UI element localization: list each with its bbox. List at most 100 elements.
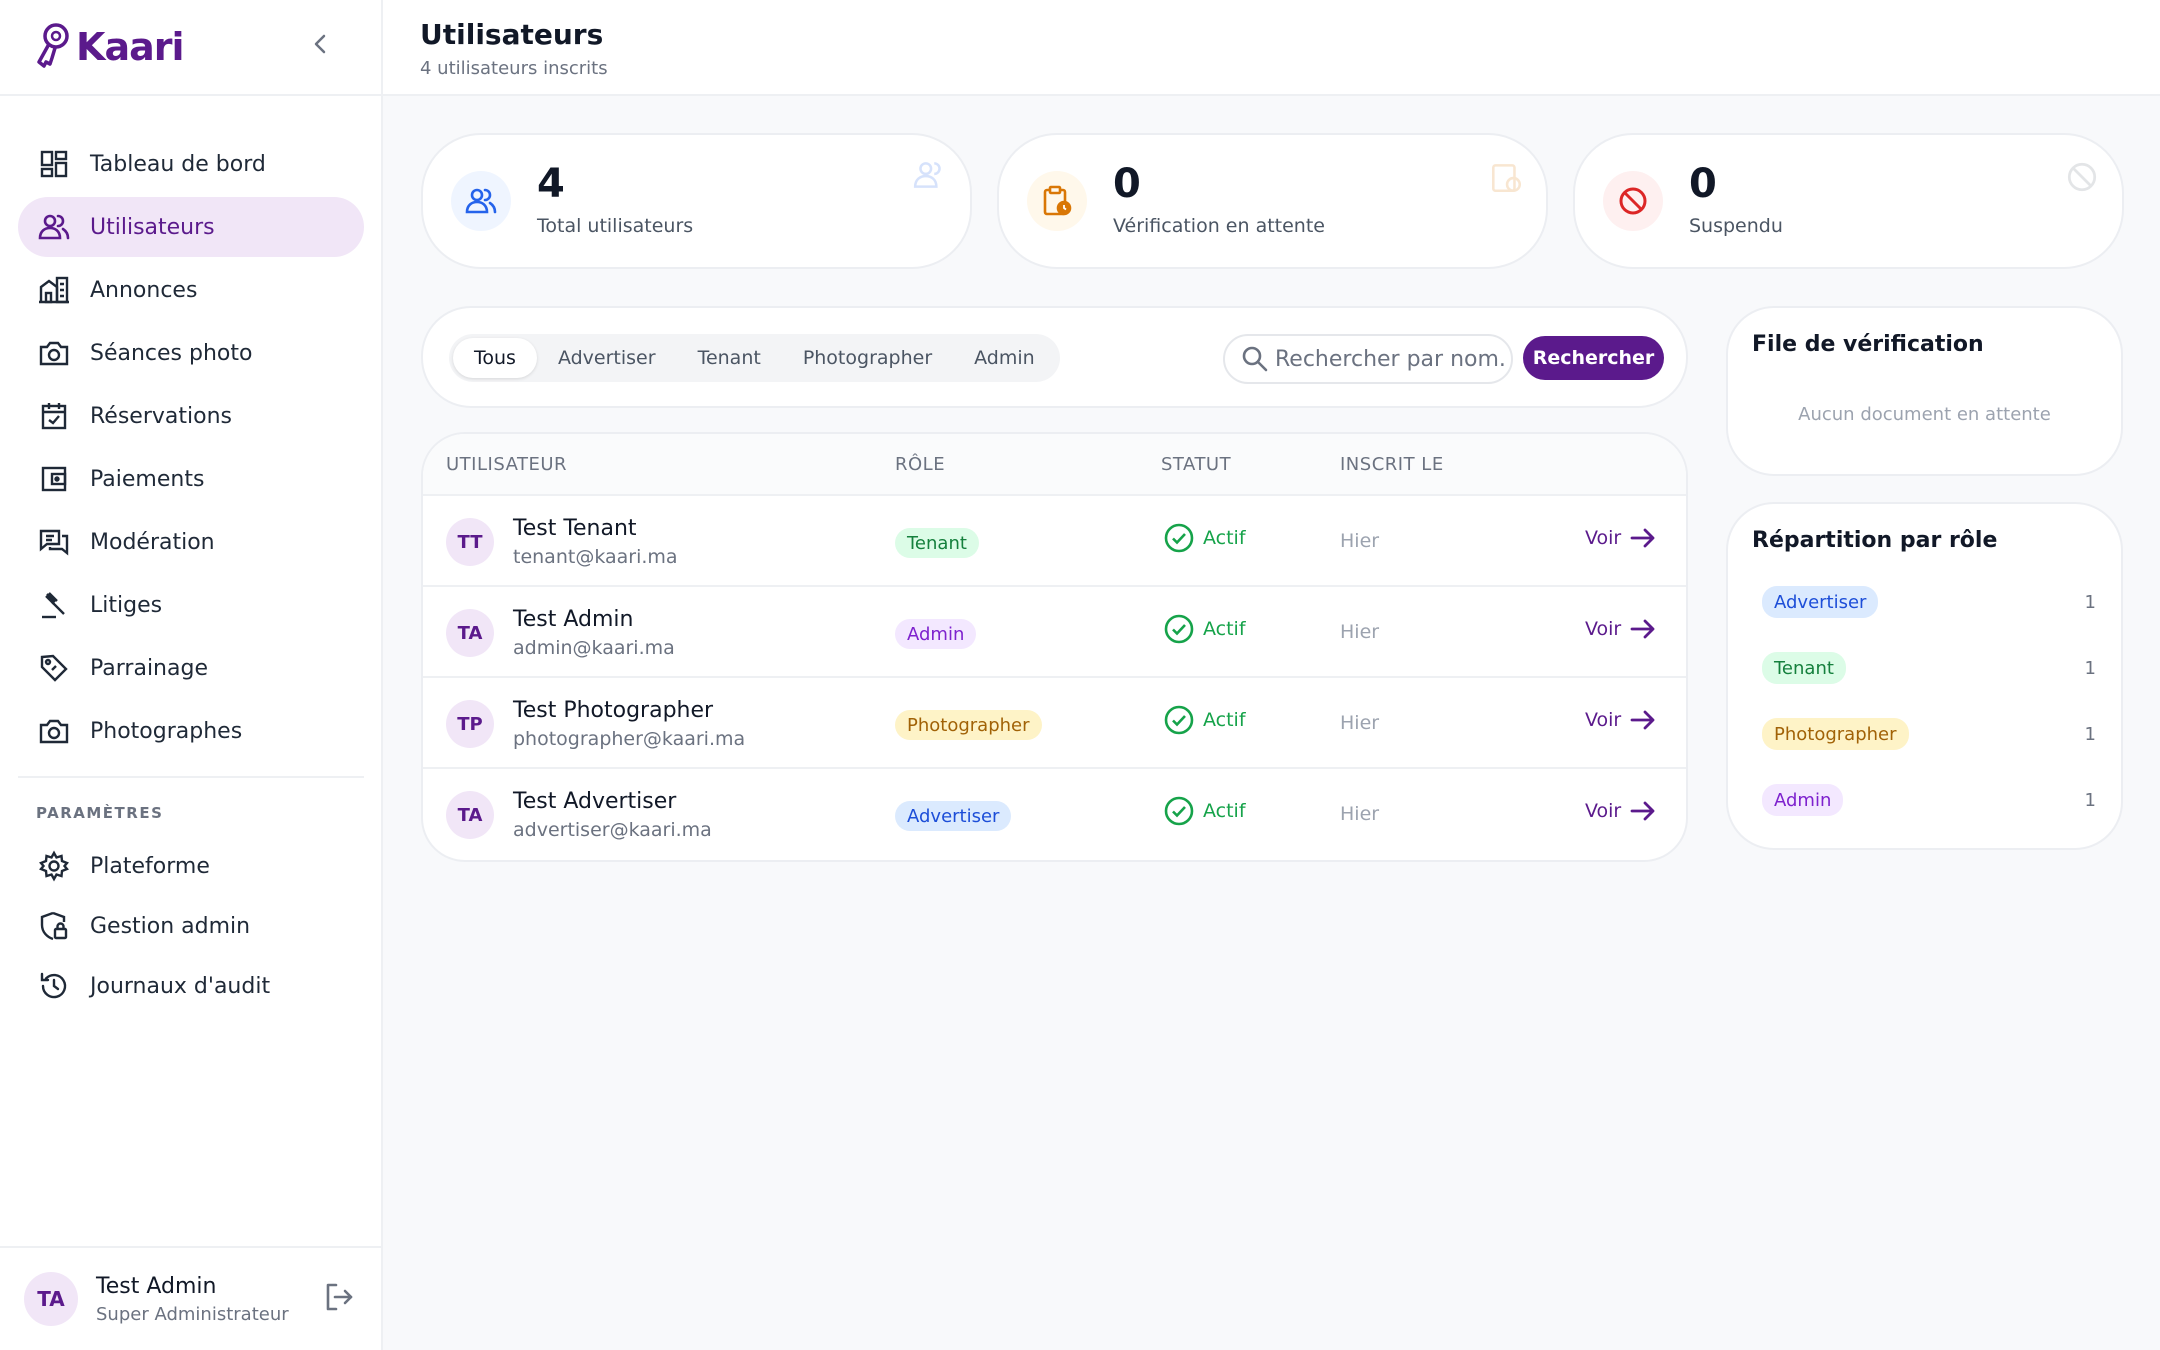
joined-date: Hier: [1340, 712, 1380, 734]
collapse-sidebar-button[interactable]: [304, 28, 336, 60]
table-row[interactable]: TA Test Admin admin@kaari.ma Admin Actif…: [423, 587, 1686, 678]
table-header: UTILISATEUR RÔLE STATUT INSCRIT LE: [423, 434, 1686, 496]
sidebar-item-dashboard[interactable]: Tableau de bord: [18, 134, 364, 194]
stat-value: 4: [537, 161, 565, 207]
camera-icon: [36, 335, 72, 371]
sidebar-item-photo-sessions[interactable]: Séances photo: [18, 323, 364, 383]
joined-date: Hier: [1340, 621, 1380, 643]
page-title: Utilisateurs: [420, 18, 604, 51]
page-header: Utilisateurs 4 utilisateurs inscrits: [383, 0, 2160, 96]
sidebar-item-label: Modération: [90, 529, 215, 555]
arrow-right-icon: [1630, 710, 1655, 730]
avatar: TA: [24, 1272, 78, 1326]
list-item: Tenant 1: [1762, 652, 2096, 686]
status-text: Actif: [1203, 618, 1246, 640]
check-circle-icon: [1164, 796, 1194, 826]
role-badge: Photographer: [895, 710, 1042, 740]
table-row[interactable]: TP Test Photographer photographer@kaari.…: [423, 678, 1686, 769]
check-circle-icon: [1164, 523, 1194, 553]
sidebar-item-moderation[interactable]: Modération: [18, 512, 364, 572]
stat-card-total-users: 4 Total utilisateurs: [421, 133, 972, 269]
sidebar-item-label: Réservations: [90, 403, 232, 429]
sidebar-item-photographers[interactable]: Photographes: [18, 701, 364, 761]
clipboard-clock-icon: [1027, 171, 1087, 231]
users-icon: [451, 171, 511, 231]
sidebar-item-listings[interactable]: Annonces: [18, 260, 364, 320]
column-header-joined[interactable]: INSCRIT LE: [1340, 454, 1444, 475]
search-button[interactable]: Rechercher: [1523, 336, 1664, 380]
role-count: 1: [2084, 592, 2096, 613]
app-logo[interactable]: Kaari: [34, 22, 184, 72]
ban-icon: [1603, 171, 1663, 231]
column-header-user[interactable]: UTILISATEUR: [446, 454, 567, 475]
sidebar-item-label: Tableau de bord: [90, 151, 266, 177]
tab-tenant[interactable]: Tenant: [677, 338, 782, 378]
tab-advertiser[interactable]: Advertiser: [537, 338, 677, 378]
filter-bar: Tous Advertiser Tenant Photographer Admi…: [421, 306, 1688, 408]
nav-section-title: PARAMÈTRES: [36, 804, 164, 822]
sidebar-item-referral[interactable]: Parrainage: [18, 638, 364, 698]
joined-date: Hier: [1340, 803, 1380, 825]
role-badge: Tenant: [1762, 652, 1846, 684]
panel-title: File de vérification: [1752, 332, 1984, 357]
chevron-left-icon: [314, 34, 326, 54]
role-badge: Photographer: [1762, 718, 1909, 750]
sidebar-item-audit-logs[interactable]: Journaux d'audit: [18, 956, 364, 1016]
search-icon: [1242, 346, 1268, 372]
role-count: 1: [2084, 658, 2096, 679]
ban-icon: [2064, 159, 2100, 195]
sidebar-item-label: Parrainage: [90, 655, 208, 681]
settings-nav: Plateforme Gestion admin Journaux d'audi…: [18, 836, 364, 1016]
user-role: Super Administrateur: [96, 1304, 289, 1325]
dashboard-icon: [36, 146, 72, 182]
user-email: admin@kaari.ma: [513, 637, 675, 659]
sidebar-item-reservations[interactable]: Réservations: [18, 386, 364, 446]
logout-button[interactable]: [322, 1280, 358, 1316]
chat-icon: [36, 524, 72, 560]
check-circle-icon: [1164, 614, 1194, 644]
sidebar-item-label: Photographes: [90, 718, 243, 744]
sidebar-item-label: Litiges: [90, 592, 163, 618]
stat-card-pending-verification: 0 Vérification en attente: [997, 133, 1548, 269]
sidebar-item-payments[interactable]: Paiements: [18, 449, 364, 509]
wallet-icon: [36, 461, 72, 497]
user-name: Test Photographer: [513, 698, 714, 723]
table-row[interactable]: TT Test Tenant tenant@kaari.ma Tenant Ac…: [423, 496, 1686, 587]
view-user-button[interactable]: Voir: [1585, 799, 1657, 823]
tab-admin[interactable]: Admin: [953, 338, 1056, 378]
tab-all[interactable]: Tous: [453, 338, 537, 378]
gavel-icon: [36, 587, 72, 623]
sidebar-item-disputes[interactable]: Litiges: [18, 575, 364, 635]
stat-value: 0: [1113, 161, 1141, 207]
sidebar-item-label: Séances photo: [90, 340, 253, 366]
user-name: Test Admin: [96, 1274, 217, 1299]
sidebar-item-users[interactable]: Utilisateurs: [18, 197, 364, 257]
calendar-check-icon: [36, 398, 72, 434]
column-header-role[interactable]: RÔLE: [895, 454, 945, 475]
search-input[interactable]: [1275, 346, 1505, 372]
tab-photographer[interactable]: Photographer: [782, 338, 953, 378]
view-label: Voir: [1585, 709, 1622, 731]
role-distribution-panel: Répartition par rôle Advertiser 1 Tenant…: [1726, 502, 2123, 850]
sidebar-item-label: Gestion admin: [90, 913, 251, 939]
view-user-button[interactable]: Voir: [1585, 617, 1657, 641]
user-name: Test Tenant: [513, 516, 637, 541]
users-table: UTILISATEUR RÔLE STATUT INSCRIT LE TT Te…: [421, 432, 1688, 862]
table-row[interactable]: TA Test Advertiser advertiser@kaari.ma A…: [423, 769, 1686, 860]
user-name: Test Admin: [513, 607, 634, 632]
view-label: Voir: [1585, 527, 1622, 549]
key-logo-icon: [37, 23, 69, 68]
user-email: photographer@kaari.ma: [513, 728, 746, 750]
sidebar-item-admin-management[interactable]: Gestion admin: [18, 896, 364, 956]
status-badge: Actif: [1163, 795, 1246, 827]
view-user-button[interactable]: Voir: [1585, 526, 1657, 550]
sidebar-item-platform[interactable]: Plateforme: [18, 836, 364, 896]
list-item: Advertiser 1: [1762, 586, 2096, 620]
column-header-status[interactable]: STATUT: [1161, 454, 1231, 475]
sidebar-item-label: Utilisateurs: [90, 214, 215, 240]
view-user-button[interactable]: Voir: [1585, 708, 1657, 732]
clipboard-clock-icon: [1488, 159, 1524, 195]
role-badge: Admin: [895, 619, 977, 649]
joined-date: Hier: [1340, 530, 1380, 552]
sidebar-item-label: Journaux d'audit: [90, 973, 271, 999]
